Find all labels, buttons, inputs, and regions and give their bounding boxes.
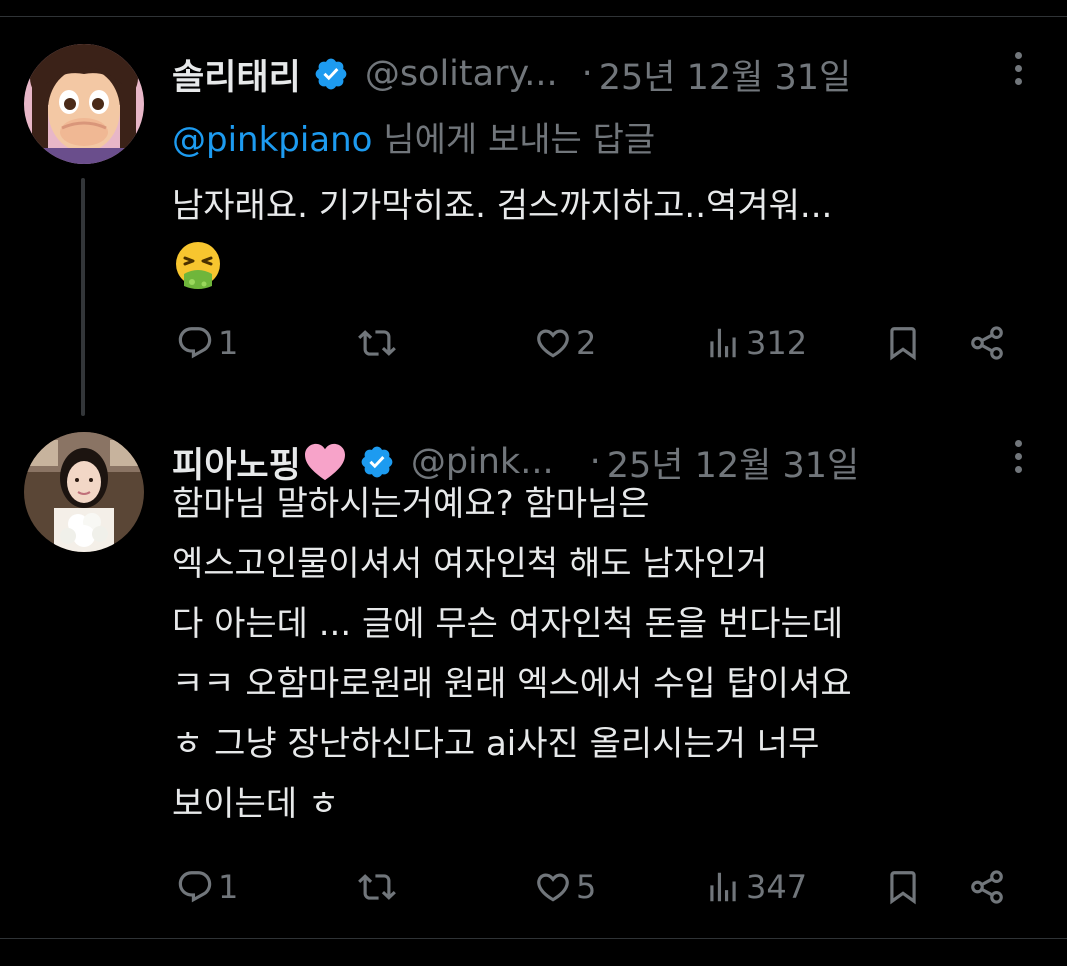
action-bar: 1 5 347 (172, 862, 1011, 912)
bookmark-icon (890, 871, 916, 905)
reply-context-label: 님에게 보내는 답글 (372, 120, 656, 160)
reply-button[interactable]: 1 (176, 324, 238, 362)
views-icon (710, 328, 736, 358)
post-header: 솔리태리 @solitary... · 25년 12월 31일 (172, 44, 1027, 104)
share-button[interactable] (968, 868, 1006, 906)
reply-context: @pinkpiano 님에게 보내는 답글 (172, 112, 655, 161)
repost-button[interactable] (358, 324, 396, 362)
post-date[interactable]: 25년 12월 31일 (599, 49, 851, 100)
avatar[interactable] (24, 44, 144, 164)
repost-icon (358, 874, 396, 900)
user-handle[interactable]: @solitary... (365, 54, 558, 94)
share-icon (971, 870, 1003, 904)
views-button[interactable]: 347 (704, 868, 807, 906)
repost-button[interactable] (358, 868, 396, 906)
post-text-line: 보이는데 ㅎ (172, 784, 340, 824)
bookmark-button[interactable] (884, 324, 922, 362)
face-vomiting-emoji (176, 242, 220, 289)
views-button[interactable]: 312 (704, 324, 807, 362)
heart-icon (537, 873, 569, 902)
reply-count: 1 (218, 324, 239, 362)
post-text-line: 남자래요. 기가막히죠. 검스까지하고..역겨워... (172, 186, 833, 226)
heart-icon (537, 329, 569, 358)
reply-count: 1 (218, 868, 239, 906)
post-text: 함마님 말하시는거예요? 함마님은 엑스고인물이셔서 여자인척 해도 남자인거 … (172, 474, 852, 834)
like-count: 2 (576, 324, 597, 362)
post-text-line: ㅎ 그냥 장난하신다고 ai사진 올리시는거 너무 (172, 724, 820, 764)
post-text-line: 엑스고인물이셔서 여자인척 해도 남자인거 (172, 544, 768, 584)
action-bar: 1 2 312 (172, 318, 1011, 368)
more-options-icon[interactable] (1013, 440, 1023, 484)
like-count: 5 (576, 868, 597, 906)
reply-icon (178, 871, 212, 903)
more-options-icon[interactable] (1013, 52, 1023, 96)
post-text: 남자래요. 기가막히죠. 검스까지하고..역겨워... (172, 176, 832, 292)
post-text-line: 함마님 말하시는거예요? 함마님은 (172, 484, 650, 524)
display-name[interactable]: 솔리태리 (172, 49, 301, 100)
separator-dot: · (581, 54, 593, 94)
share-button[interactable] (968, 324, 1006, 362)
like-button[interactable]: 2 (534, 324, 596, 362)
view-count: 347 (746, 868, 808, 906)
reply-button[interactable]: 1 (176, 868, 238, 906)
verified-badge-icon[interactable] (313, 56, 349, 92)
post-pinkpiano[interactable]: 피아노핑 @pink... · 25년 12월 31일 함마님 말하시는거예요?… (0, 418, 1067, 938)
post-solitary[interactable]: 솔리태리 @solitary... · 25년 12월 31일 @pinkpia… (0, 30, 1067, 420)
like-button[interactable]: 5 (534, 868, 596, 906)
bookmark-icon (890, 327, 916, 361)
top-divider (0, 16, 1067, 17)
post-text-line: ㅋㅋ 오함마로원래 원래 엑스에서 수입 탑이셔요 (172, 664, 852, 704)
reply-icon (178, 327, 212, 359)
view-count: 312 (746, 324, 808, 362)
repost-icon (358, 330, 396, 356)
bottom-divider (0, 938, 1067, 939)
views-icon (710, 872, 736, 902)
avatar[interactable] (24, 432, 144, 552)
mention-link[interactable]: @pinkpiano (172, 120, 372, 160)
share-icon (971, 326, 1003, 360)
bookmark-button[interactable] (884, 868, 922, 906)
post-text-line: 다 아는데 ... 글에 무슨 여자인척 돈을 번다는데 (172, 604, 844, 644)
